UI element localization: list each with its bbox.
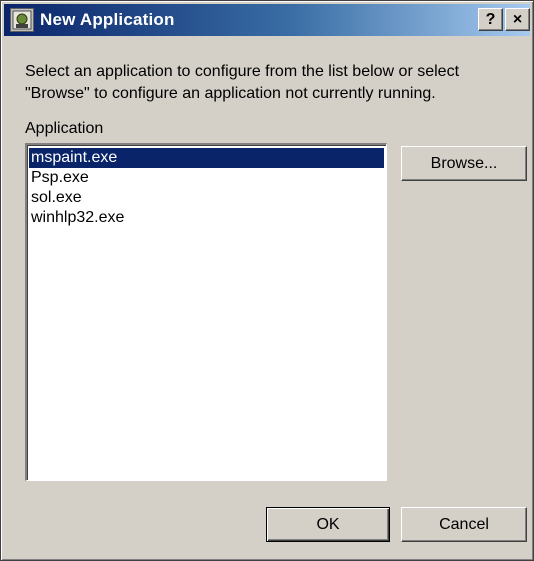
window-title: New Application	[40, 10, 175, 29]
close-button[interactable]: ×	[505, 8, 530, 31]
cancel-button[interactable]: Cancel	[401, 507, 527, 542]
new-application-dialog: New Application ? × Select an applicatio…	[0, 0, 534, 561]
list-item[interactable]: mspaint.exe	[29, 148, 384, 168]
list-item[interactable]: winhlp32.exe	[29, 208, 384, 228]
ok-button[interactable]: OK	[266, 507, 390, 542]
browse-button[interactable]: Browse...	[401, 146, 527, 181]
application-listbox[interactable]: mspaint.exe Psp.exe sol.exe winhlp32.exe	[25, 143, 387, 481]
help-button[interactable]: ?	[478, 8, 503, 31]
close-icon: ×	[512, 10, 523, 28]
title-bar[interactable]: New Application ? ×	[4, 4, 530, 36]
help-icon: ?	[485, 10, 496, 28]
list-item[interactable]: sol.exe	[29, 188, 384, 208]
instruction-text: Select an application to configure from …	[25, 63, 460, 102]
application-icon	[10, 8, 34, 32]
application-list-label: Application	[25, 120, 104, 137]
list-item[interactable]: Psp.exe	[29, 168, 384, 188]
